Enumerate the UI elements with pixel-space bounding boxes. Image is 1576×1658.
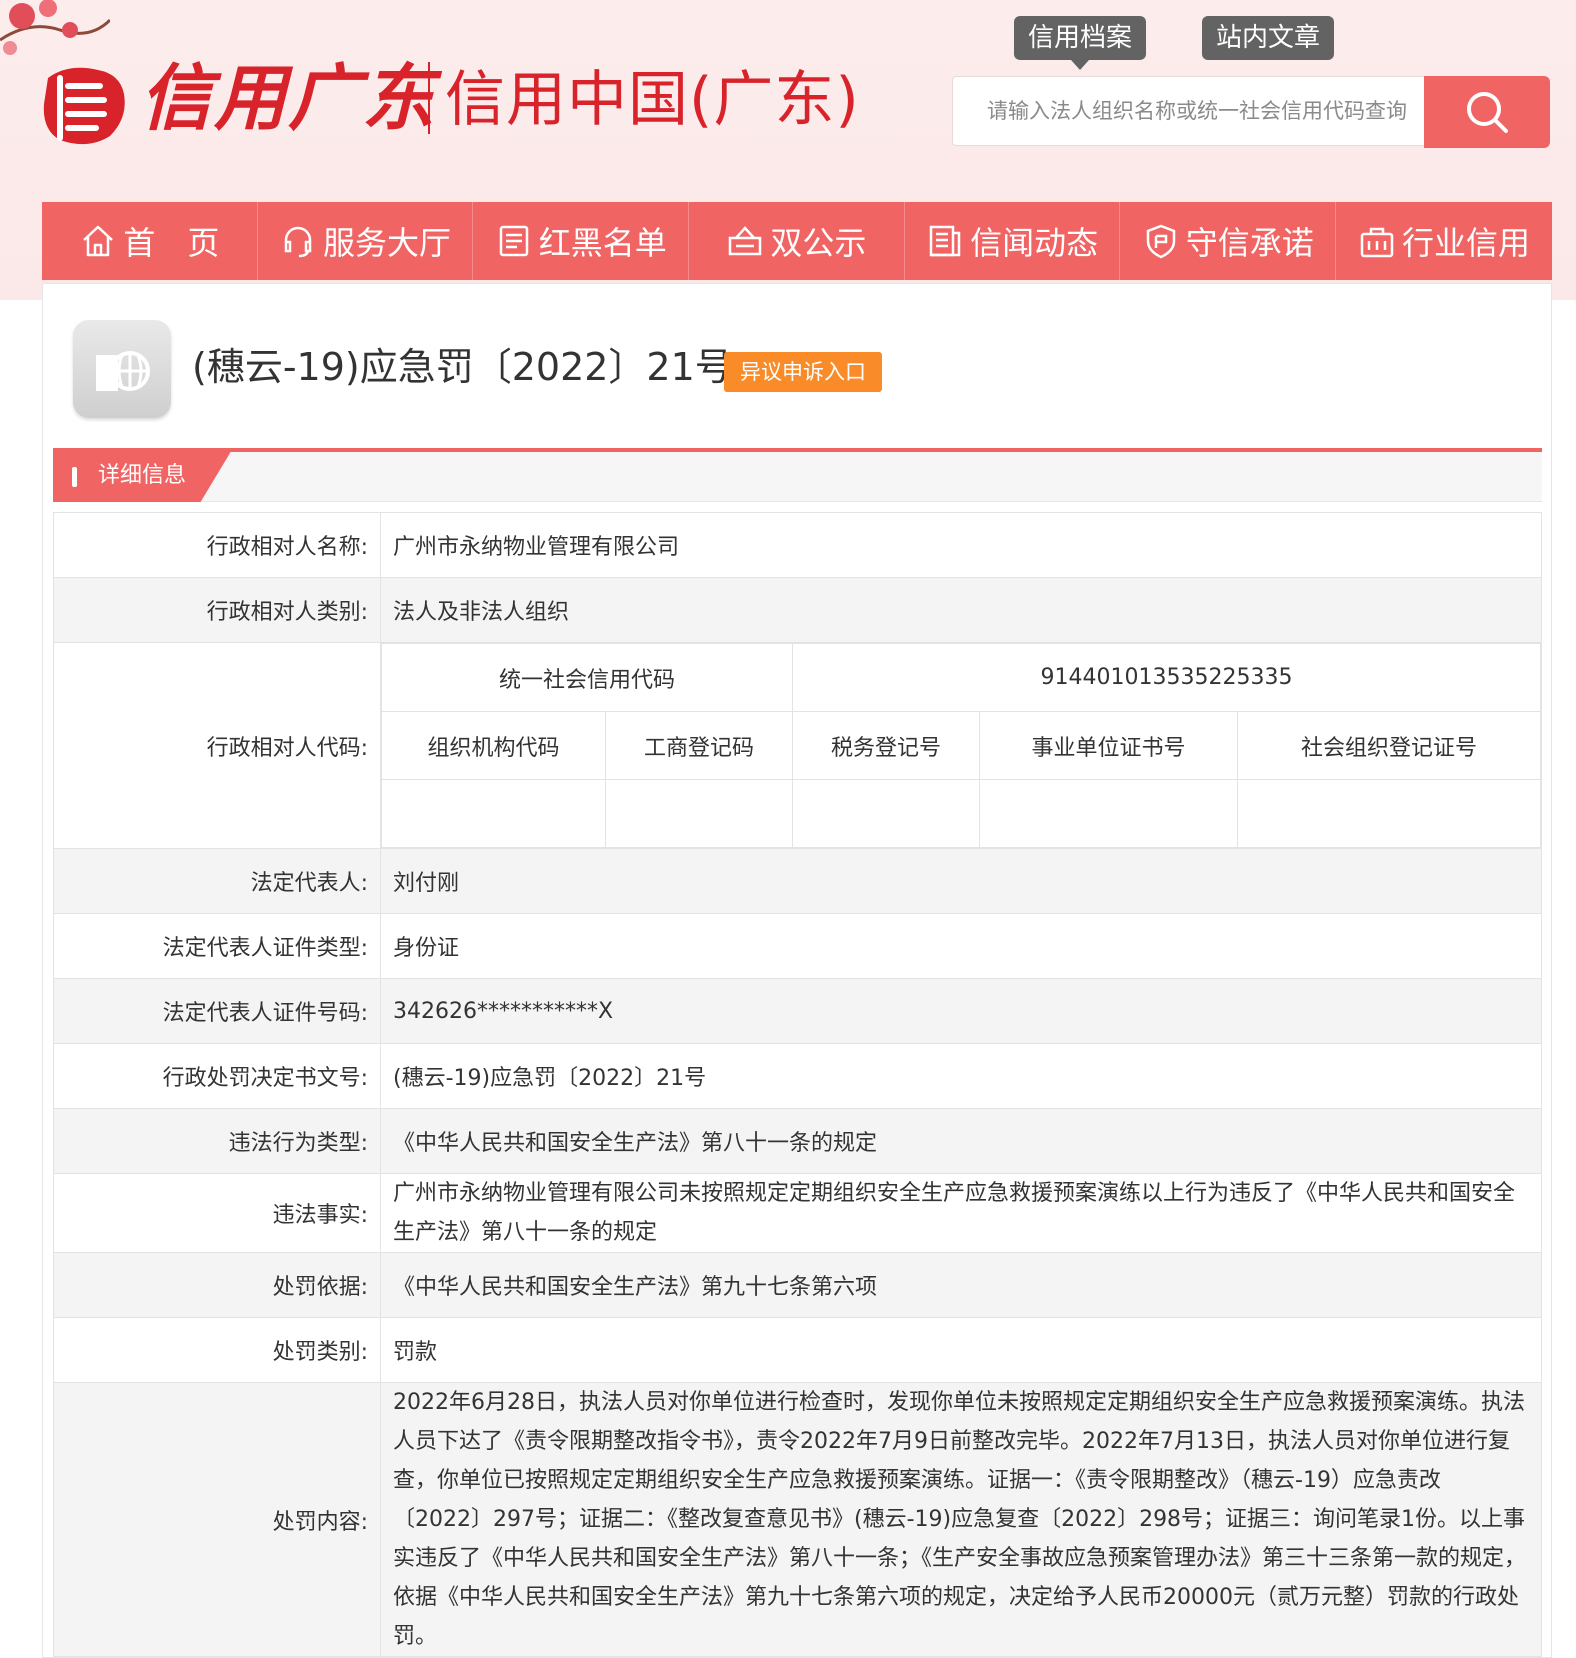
row-label: 违法行为类型: [53,1108,381,1174]
codes-table: 统一社会信用代码 914401013535225335 组织机构代码 工商登记码… [380,643,1541,848]
news-icon [929,225,961,257]
id-type-value: 身份证 [380,913,1542,979]
row-label: 行政处罚决定书文号: [53,1043,381,1109]
home-icon [83,225,114,257]
row-label: 法定代表人证件号码: [53,978,381,1044]
table-row: 法定代表人: 刘付刚 [53,848,1542,914]
nav-label: 双公示 [770,224,867,262]
nav-label: 首 页 [123,224,220,262]
code-value-empty [1237,779,1541,848]
code-value-empty [792,779,981,848]
table-row: 处罚内容: 2022年6月28日，执法人员对你单位进行检查时，发现你单位未按照规… [53,1382,1542,1657]
credit-logo-icon [43,67,125,145]
table-row: 违法行为类型: 《中华人民共和国安全生产法》第八十一条的规定 [53,1108,1542,1174]
table-row: 法定代表人证件类型: 身份证 [53,913,1542,979]
section-header [53,448,1542,502]
nav-label: 服务大厅 [323,224,452,262]
table-row: 处罚依据: 《中华人民共和国安全生产法》第九十七条第六项 [53,1252,1542,1318]
table-row: 行政相对人名称: 广州市永纳物业管理有限公司 [53,512,1542,578]
row-label: 法定代表人: [53,848,381,914]
penalty-content-value: 2022年6月28日，执法人员对你单位进行检查时，发现你单位未按照规定定期组织安… [380,1382,1542,1657]
violation-type-value: 《中华人民共和国安全生产法》第八十一条的规定 [380,1108,1542,1174]
code-value-empty [381,779,606,848]
building-globe-icon [73,320,171,418]
table-row: 法定代表人证件号码: 342626***********X [53,978,1542,1044]
nav-label: 守信承诺 [1185,224,1314,262]
usc-value: 914401013535225335 [792,643,1541,712]
code-header: 工商登记码 [604,711,794,780]
nav-item-red-black-list[interactable]: 红黑名单 [473,202,690,280]
nav-item-service-hall[interactable]: 服务大厅 [258,202,474,280]
tab-credit-archive[interactable]: 信用档案 [1014,16,1147,70]
penalty-basis-value: 《中华人民共和国安全生产法》第九十七条第六项 [380,1252,1542,1318]
penalty-type-value: 罚款 [380,1317,1542,1383]
site-header: 信用广东 信用中国(广东) 信用档案 站内文章 [0,0,1576,200]
logo-brush-text: 信用广东 [140,55,437,140]
search-box [952,76,1426,146]
code-value-empty [979,779,1239,848]
announce-icon [729,226,762,256]
search-button[interactable] [1424,76,1550,148]
nav-item-double-publicity[interactable]: 双公示 [689,202,905,280]
table-row: 行政相对人代码: 统一社会信用代码 914401013535225335 组织机… [53,642,1542,849]
table-row: 行政相对人类别: 法人及非法人组织 [53,577,1542,643]
appeal-button[interactable]: 异议申诉入口 [724,352,882,392]
violation-fact-value: 广州市永纳物业管理有限公司未按照规定定期组织安全生产应急救援预案演练以上行为违反… [380,1173,1542,1253]
code-value-empty [604,779,794,848]
tab-site-articles[interactable]: 站内文章 [1202,16,1335,60]
nav-item-industry-credit[interactable]: 行业信用 [1336,202,1552,280]
detail-table: 行政相对人名称: 广州市永纳物业管理有限公司 行政相对人类别: 法人及非法人组织… [53,512,1542,1657]
shield-icon [1146,224,1176,259]
decision-no-value: (穗云-19)应急罚〔2022〕21号 [380,1043,1542,1109]
row-label: 法定代表人证件类型: [53,913,381,979]
headset-icon [284,226,312,258]
nav-item-news[interactable]: 信闻动态 [905,202,1121,280]
usc-label: 统一社会信用代码 [380,643,794,712]
code-header: 事业单位证书号 [979,711,1239,780]
list-icon [499,225,528,257]
row-label: 行政相对人类别: [53,577,381,643]
subject-type-value: 法人及非法人组织 [380,577,1542,643]
nav-label: 行业信用 [1401,224,1530,262]
page-title: (穗云-19)应急罚〔2022〕21号 [192,345,733,389]
table-row: 处罚类别: 罚款 [53,1317,1542,1383]
nav-item-promise[interactable]: 守信承诺 [1120,202,1337,280]
row-label: 行政相对人名称: [53,512,381,578]
nav-label: 信闻动态 [970,224,1099,262]
code-header: 税务登记号 [792,711,981,780]
codes-cell: 统一社会信用代码 914401013535225335 组织机构代码 工商登记码… [380,642,1542,849]
search-icon [1467,92,1508,133]
main-nav: 首 页 服务大厅 红黑名单 双公示 信闻动态 守信承诺 行业信用 [42,202,1552,280]
section-label: 详细信息 [98,463,187,488]
nav-label: 红黑名单 [538,224,667,262]
nav-item-home[interactable]: 首 页 [42,202,258,280]
row-label: 处罚类别: [53,1317,381,1383]
search-input[interactable] [953,77,1426,145]
table-row: 违法事实: 广州市永纳物业管理有限公司未按照规定定期组织安全生产应急救援预案演练… [53,1173,1542,1253]
legal-rep-value: 刘付刚 [380,848,1542,914]
row-label: 处罚内容: [53,1382,381,1657]
section-tab-marker [72,467,77,487]
logo-divider [428,62,430,134]
logo-main-text: 信用中国(广东) [445,65,860,135]
table-row: 行政处罚决定书文号: (穗云-19)应急罚〔2022〕21号 [53,1043,1542,1109]
code-header: 社会组织登记证号 [1237,711,1541,780]
row-label: 行政相对人代码: [53,642,381,849]
code-header: 组织机构代码 [381,711,606,780]
row-label: 违法事实: [53,1173,381,1253]
subject-name-value: 广州市永纳物业管理有限公司 [380,512,1542,578]
industry-icon [1360,227,1394,258]
row-label: 处罚依据: [53,1252,381,1318]
id-number-value: 342626***********X [380,978,1542,1044]
